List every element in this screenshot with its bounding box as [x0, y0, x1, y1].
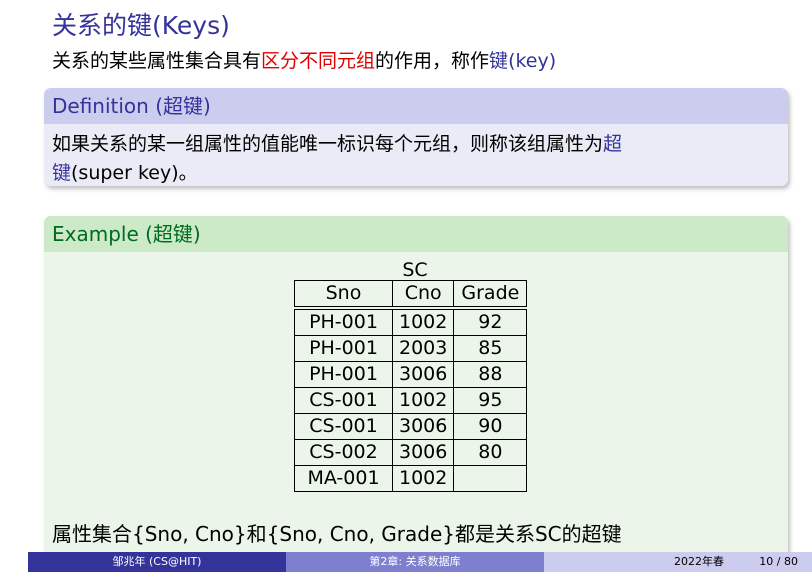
slide-title: 关系的键(Keys)	[52, 11, 230, 40]
definition-term-english: (super key)。	[71, 162, 198, 184]
table-row: MA-001 1002	[294, 465, 528, 492]
intro-term: 键	[489, 50, 509, 72]
cell-sno: CS-001	[294, 387, 393, 414]
cell-cno: 1002	[391, 387, 455, 414]
table-header-row: Sno Cno Grade	[294, 280, 528, 309]
footer-meta: 2022年春 10 / 80	[544, 552, 812, 572]
cell-cno: 3006	[391, 413, 455, 440]
column-header-cno: Cno	[391, 280, 455, 309]
table-caption: SC	[402, 259, 428, 281]
cell-cno: 3006	[391, 361, 455, 388]
table-row: CS-001 3006 90	[294, 413, 528, 440]
table-row: PH-001 3006 88	[294, 361, 528, 388]
definition-block: Definition (超键) 如果关系的某一组属性的值能唯一标识每个元组，则称…	[44, 88, 788, 186]
footer-date: 2022年春	[674, 555, 724, 568]
cell-grade: 80	[453, 439, 528, 466]
definition-text: 如果关系的某一组属性的值能唯一标识每个元组，则称该组属性为	[52, 133, 604, 155]
definition-header: Definition (超键)	[44, 88, 788, 124]
cell-cno: 2003	[391, 335, 455, 362]
intro-highlight: 区分不同元组	[261, 50, 376, 72]
cell-grade: 90	[453, 413, 528, 440]
example-header: Example (超键)	[44, 216, 788, 252]
cell-grade	[453, 465, 528, 492]
footer-author: 邹兆年 (CS@HIT)	[28, 552, 286, 572]
cell-grade: 85	[453, 335, 528, 362]
sc-table: Sno Cno Grade PH-001 1002 92 PH-001 2003…	[294, 280, 528, 492]
intro-text-before: 关系的某些属性集合具有	[52, 50, 262, 72]
table-row: PH-001 2003 85	[294, 335, 528, 362]
intro-sentence: 关系的某些属性集合具有区分不同元组的作用，称作键(key)	[52, 46, 556, 73]
cell-cno: 1002	[391, 465, 455, 492]
cell-grade: 88	[453, 361, 528, 388]
table-row: CS-001 1002 95	[294, 387, 528, 414]
cell-sno: CS-001	[294, 413, 393, 440]
definition-term-part1: 超	[603, 133, 623, 155]
definition-term-part2: 键	[52, 162, 72, 184]
definition-body: 如果关系的某一组属性的值能唯一标识每个元组，则称该组属性为超 键(super k…	[44, 124, 788, 186]
table-row: PH-001 1002 92	[294, 306, 528, 336]
cell-sno: PH-001	[294, 361, 393, 388]
example-conclusion: 属性集合{Sno, Cno}和{Sno, Cno, Grade}都是关系SC的超…	[52, 522, 622, 546]
cell-sno: MA-001	[294, 465, 393, 492]
column-header-sno: Sno	[294, 280, 393, 309]
footer-bar: 邹兆年 (CS@HIT) 第2章: 关系数据库 2022年春 10 / 80	[28, 552, 812, 572]
cell-cno: 3006	[391, 439, 455, 466]
page-number: 10 / 80	[759, 555, 798, 568]
cell-sno: PH-001	[294, 306, 393, 336]
intro-term-english: (key)	[508, 50, 557, 72]
cell-cno: 1002	[391, 306, 455, 336]
cell-sno: PH-001	[294, 335, 393, 362]
cell-grade: 95	[453, 387, 528, 414]
cell-sno: CS-002	[294, 439, 393, 466]
intro-text-middle: 的作用，称作	[375, 50, 490, 72]
footer-chapter: 第2章: 关系数据库	[286, 552, 544, 572]
table-row: CS-002 3006 80	[294, 439, 528, 466]
column-header-grade: Grade	[453, 280, 528, 309]
cell-grade: 92	[453, 306, 528, 336]
